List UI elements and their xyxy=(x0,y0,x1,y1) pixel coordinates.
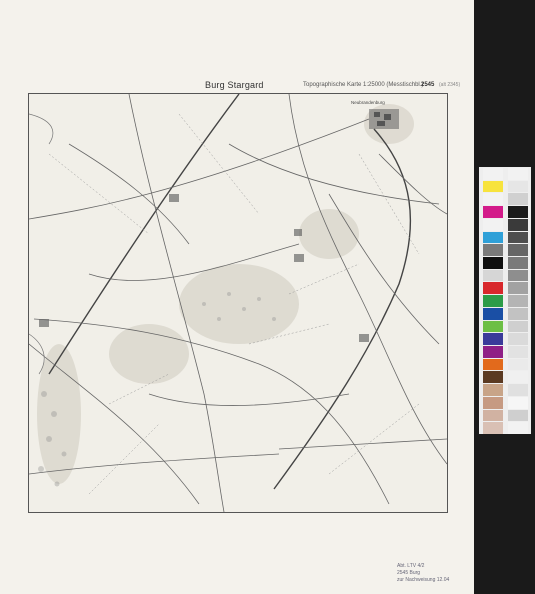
sheet-number-extra: (alt 2345) xyxy=(439,82,461,88)
color-swatch xyxy=(483,346,503,358)
color-swatch xyxy=(483,218,503,231)
grey-swatch xyxy=(508,320,528,333)
color-swatch xyxy=(483,384,503,396)
grey-swatch xyxy=(508,384,528,396)
grey-swatch xyxy=(508,358,528,371)
color-swatch xyxy=(483,307,503,320)
color-swatch xyxy=(483,422,503,434)
color-swatch xyxy=(483,231,503,244)
color-calibration-bar xyxy=(479,167,531,434)
grey-swatch xyxy=(508,346,528,358)
grey-swatch xyxy=(508,333,528,345)
grey-swatch xyxy=(508,307,528,320)
grey-swatch xyxy=(508,282,528,295)
town-label: Neubrandenburg xyxy=(351,100,385,105)
stamp-line: 2545 Burg xyxy=(397,570,421,576)
grey-swatch xyxy=(508,193,528,206)
archive-stamp: Abt. LTV 4/2 2545 Burg zur Nachweisung 1… xyxy=(397,563,449,584)
grey-swatch xyxy=(508,295,528,307)
sheet-number: 2545 xyxy=(421,82,435,88)
topographic-map xyxy=(29,94,447,512)
color-swatch xyxy=(483,168,503,180)
color-swatch xyxy=(483,409,503,422)
grey-swatch xyxy=(508,168,528,180)
color-swatch xyxy=(483,371,503,384)
map-sheet: Burg Stargard Topographische Karte 1:250… xyxy=(0,0,474,594)
grey-swatch xyxy=(508,396,528,409)
grey-swatch xyxy=(508,269,528,282)
color-swatch xyxy=(483,396,503,409)
color-swatch xyxy=(483,320,503,333)
color-swatch xyxy=(483,358,503,371)
grey-swatch xyxy=(508,244,528,256)
color-swatch xyxy=(483,193,503,206)
map-title: Burg Stargard xyxy=(205,80,264,90)
color-swatch xyxy=(483,257,503,269)
color-swatch xyxy=(483,269,503,282)
color-swatch xyxy=(483,180,503,193)
color-swatch xyxy=(483,295,503,307)
color-swatch xyxy=(483,244,503,256)
color-swatch xyxy=(483,206,503,218)
map-frame: Neubrandenburg xyxy=(28,93,448,513)
grey-swatch xyxy=(508,218,528,231)
stamp-line: zur Nachweisung 12.04 xyxy=(397,577,450,583)
grey-swatch xyxy=(508,257,528,269)
map-subtitle: Topographische Karte 1:25000 (Messtischb… xyxy=(303,82,424,88)
grey-swatch xyxy=(508,422,528,434)
grey-swatch xyxy=(508,206,528,218)
stamp-line: Abt. LTV 4/2 xyxy=(397,563,425,569)
grey-swatch xyxy=(508,231,528,244)
grey-swatch xyxy=(508,371,528,384)
color-swatch xyxy=(483,333,503,345)
grey-swatch xyxy=(508,180,528,193)
grey-swatch xyxy=(508,409,528,422)
color-swatch xyxy=(483,282,503,295)
